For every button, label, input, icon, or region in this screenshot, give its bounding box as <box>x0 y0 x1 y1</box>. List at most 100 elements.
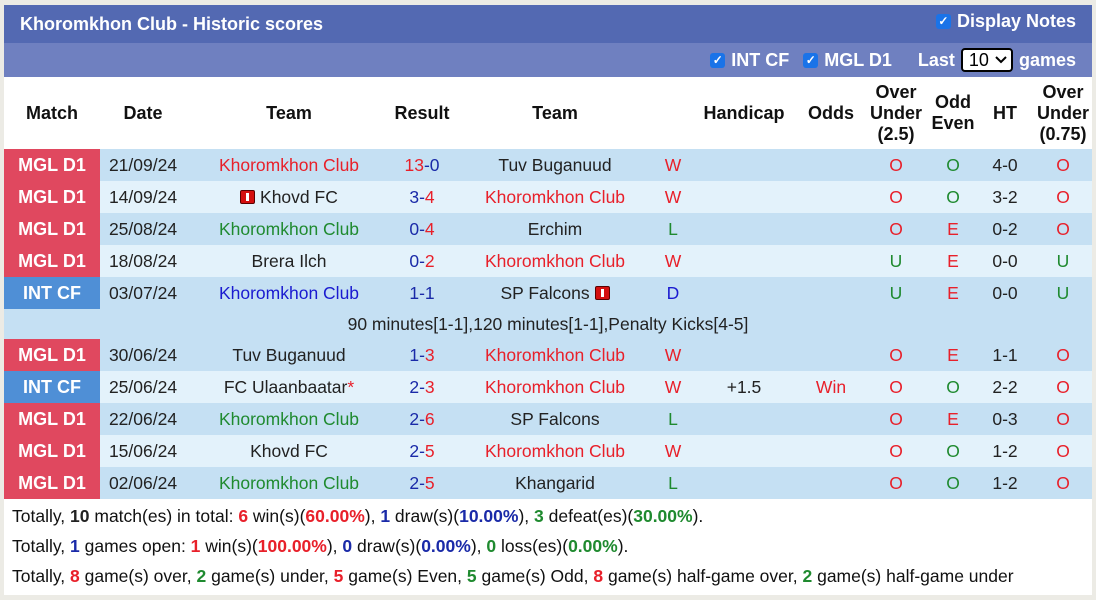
away-team[interactable]: Khangarid <box>452 467 658 499</box>
last-games-select[interactable]: 10 <box>960 48 1013 72</box>
away-team[interactable]: Erchim <box>452 213 658 245</box>
away-team[interactable]: Khoromkhon Club <box>452 181 658 213</box>
away-score: 5 <box>424 440 435 461</box>
home-team[interactable]: Khoromkhon Club <box>186 277 392 309</box>
home-team-name[interactable]: Khoromkhon Club <box>219 473 359 493</box>
win-loss: W <box>658 149 688 181</box>
away-team[interactable]: Khoromkhon Club <box>452 245 658 277</box>
match-row[interactable]: INT CF 25/06/24 FC Ulaanbaatar* 2-3 Khor… <box>4 371 1092 403</box>
win-loss: L <box>658 213 688 245</box>
away-team-name[interactable]: SP Falcons <box>510 409 599 429</box>
match-result[interactable]: 2-5 <box>392 467 452 499</box>
match-row[interactable]: MGL D1 14/09/24 Khovd FC 3-4 Khoromkhon … <box>4 181 1092 213</box>
away-team-name[interactable]: Khoromkhon Club <box>485 377 625 397</box>
star-marker: * <box>347 376 355 397</box>
match-row[interactable]: INT CF 03/07/24 Khoromkhon Club 1-1 SP F… <box>4 277 1092 309</box>
home-team-name[interactable]: Khoromkhon Club <box>219 155 359 175</box>
away-score: 6 <box>424 408 435 429</box>
away-team[interactable]: Khoromkhon Club <box>452 371 658 403</box>
match-date: 18/08/24 <box>100 245 186 277</box>
header-date: Date <box>100 77 186 149</box>
away-team-name[interactable]: Tuv Buganuud <box>498 155 611 175</box>
home-team-name[interactable]: FC Ulaanbaatar <box>224 377 348 397</box>
half-time-score: 0-0 <box>976 245 1034 277</box>
match-row[interactable]: MGL D1 30/06/24 Tuv Buganuud 1-3 Khoromk… <box>4 339 1092 371</box>
home-team-name[interactable]: Khovd FC <box>250 441 328 461</box>
competition-badge[interactable]: MGL D1 <box>4 467 100 499</box>
header-over-under-0-75: Over Under (0.75) <box>1034 77 1092 149</box>
match-result[interactable]: 1-1 <box>392 277 452 309</box>
home-team[interactable]: Brera Ilch <box>186 245 392 277</box>
header-odd-even: Odd Even <box>930 77 976 149</box>
match-result[interactable]: 1-3 <box>392 339 452 371</box>
away-team-name[interactable]: SP Falcons <box>500 283 589 303</box>
away-team-name[interactable]: Khangarid <box>515 473 595 493</box>
match-result[interactable]: 2-3 <box>392 371 452 403</box>
home-team[interactable]: FC Ulaanbaatar* <box>186 371 392 403</box>
home-team-name[interactable]: Khovd FC <box>260 187 338 207</box>
competition-badge[interactable]: INT CF <box>4 277 100 309</box>
match-result[interactable]: 13-0 <box>392 149 452 181</box>
home-team[interactable]: Khoromkhon Club <box>186 149 392 181</box>
match-row[interactable]: MGL D1 25/08/24 Khoromkhon Club 0-4 Erch… <box>4 213 1092 245</box>
header-team-away: Team <box>452 77 658 149</box>
home-team[interactable]: Khovd FC <box>186 435 392 467</box>
away-team[interactable]: Khoromkhon Club <box>452 435 658 467</box>
away-team-name[interactable]: Khoromkhon Club <box>485 187 625 207</box>
competition-badge[interactable]: MGL D1 <box>4 339 100 371</box>
away-team[interactable]: Khoromkhon Club <box>452 339 658 371</box>
match-row[interactable]: MGL D1 18/08/24 Brera Ilch 0-2 Khoromkho… <box>4 245 1092 277</box>
odd-even: O <box>930 467 976 499</box>
int-cf-checkbox[interactable]: ✓ <box>710 52 726 68</box>
home-team[interactable]: Khoromkhon Club <box>186 213 392 245</box>
display-notes-toggle[interactable]: ✓ Display Notes <box>935 11 1076 32</box>
match-row[interactable]: MGL D1 15/06/24 Khovd FC 2-5 Khoromkhon … <box>4 435 1092 467</box>
summary-text: ), <box>326 536 343 556</box>
away-team-name[interactable]: Khoromkhon Club <box>485 251 625 271</box>
competition-badge[interactable]: MGL D1 <box>4 403 100 435</box>
away-team-name[interactable]: Khoromkhon Club <box>485 345 625 365</box>
competition-badge[interactable]: MGL D1 <box>4 245 100 277</box>
half-time-score: 1-1 <box>976 339 1034 371</box>
home-team[interactable]: Khoromkhon Club <box>186 467 392 499</box>
summary-text: ), <box>470 536 487 556</box>
competition-badge[interactable]: MGL D1 <box>4 149 100 181</box>
last-games-value: 10 <box>968 49 989 70</box>
home-team-name[interactable]: Khoromkhon Club <box>219 283 359 303</box>
away-team[interactable]: SP Falcons <box>452 277 658 309</box>
competition-badge[interactable]: INT CF <box>4 371 100 403</box>
match-row[interactable]: MGL D1 02/06/24 Khoromkhon Club 2-5 Khan… <box>4 467 1092 499</box>
match-result[interactable]: 0-2 <box>392 245 452 277</box>
home-team-name[interactable]: Khoromkhon Club <box>219 219 359 239</box>
home-team[interactable]: Khovd FC <box>186 181 392 213</box>
away-team[interactable]: Tuv Buganuud <box>452 149 658 181</box>
match-result[interactable]: 0-4 <box>392 213 452 245</box>
competition-badge[interactable]: MGL D1 <box>4 435 100 467</box>
competition-badge[interactable]: MGL D1 <box>4 213 100 245</box>
home-team-name[interactable]: Khoromkhon Club <box>219 409 359 429</box>
summary-value: 0 <box>342 536 353 556</box>
away-team[interactable]: SP Falcons <box>452 403 658 435</box>
win-loss: L <box>658 403 688 435</box>
match-row[interactable]: MGL D1 22/06/24 Khoromkhon Club 2-6 SP F… <box>4 403 1092 435</box>
summary-value: 10.00% <box>459 506 519 526</box>
home-team[interactable]: Tuv Buganuud <box>186 339 392 371</box>
summary-line: Totally, 8 game(s) over, 2 game(s) under… <box>12 561 1084 591</box>
home-team[interactable]: Khoromkhon Club <box>186 403 392 435</box>
mgl-d1-checkbox[interactable]: ✓ <box>803 52 819 68</box>
match-result[interactable]: 3-4 <box>392 181 452 213</box>
summary-text: ). <box>692 506 704 526</box>
competition-badge[interactable]: MGL D1 <box>4 181 100 213</box>
match-result[interactable]: 2-5 <box>392 435 452 467</box>
summary-value: 5 <box>466 566 477 586</box>
home-team-name[interactable]: Tuv Buganuud <box>232 345 345 365</box>
home-team-name[interactable]: Brera Ilch <box>252 251 327 271</box>
checkbox-checked-icon[interactable]: ✓ <box>935 14 951 29</box>
match-result[interactable]: 2-6 <box>392 403 452 435</box>
match-row[interactable]: MGL D1 21/09/24 Khoromkhon Club 13-0 Tuv… <box>4 149 1092 181</box>
away-team-name[interactable]: Erchim <box>528 219 582 239</box>
match-note-row: 90 minutes[1-1],120 minutes[1-1],Penalty… <box>4 309 1092 339</box>
header-spacer <box>658 77 688 149</box>
over-under-2-5: O <box>862 339 930 371</box>
away-team-name[interactable]: Khoromkhon Club <box>485 441 625 461</box>
